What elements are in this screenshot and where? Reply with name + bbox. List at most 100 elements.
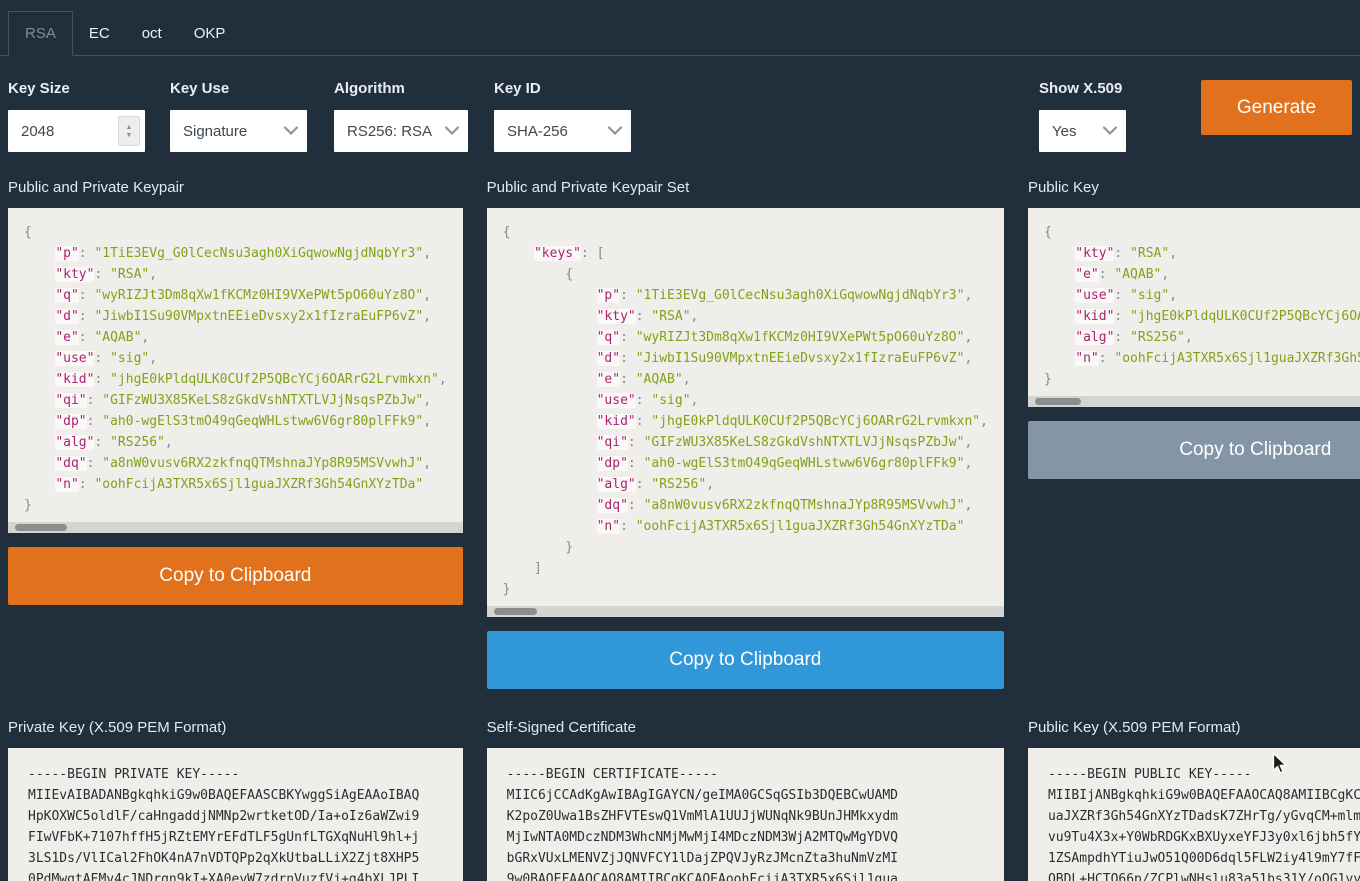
copy-public-key-button[interactable]: Copy to Clipboard	[1028, 421, 1360, 479]
algorithm-select[interactable]: RS256: RSA	[334, 110, 468, 152]
pem-line: MIIBIjANBgkqhkiG9w0BAQEFAAOCAQ8AMIIBCgKC…	[1048, 785, 1360, 806]
stepper-down-icon[interactable]: ▼	[126, 132, 133, 139]
code-line: ]	[503, 558, 988, 579]
key-id-label: Key ID	[494, 80, 631, 97]
code-line: "e": "AQAB",	[503, 369, 988, 390]
code-line: "q": "wyRIZJt3Dm8qXw1fKCMz0HI9VXePWt5pO6…	[503, 327, 988, 348]
code-line: "use": "sig",	[24, 348, 447, 369]
pem-line: FIwVFbK+7107hffH5jRZtEMYrEFdTLF5gUnfLTGX…	[28, 827, 443, 848]
keypair-title: Public and Private Keypair	[8, 179, 463, 196]
public-key-column: Public Key { "kty": "RSA", "e": "AQAB", …	[1028, 165, 1360, 689]
keypair-set-title: Public and Private Keypair Set	[487, 179, 1004, 196]
code-line: "dq": "a8nW0vusv6RX2zkfnqQTMshnaJYp8R95M…	[503, 495, 988, 516]
pem-line: 0PdMwgtAEMv4cJNDrqn9kI+XA0eyW7zdrnVuzfVj…	[28, 869, 443, 881]
certificate-column: Self-Signed Certificate -----BEGIN CERTI…	[487, 689, 1004, 881]
copy-keypair-button[interactable]: Copy to Clipboard	[8, 547, 463, 605]
pem-line: bGRxVUxLMENVZjJQNVFCY1lDajZPQVJyRzJMcnZt…	[507, 848, 984, 869]
pem-line: MIIEvAIBADANBgkqhkiG9w0BAQEFAASCBKYwggSi…	[28, 785, 443, 806]
tab-ec[interactable]: EC	[73, 12, 126, 55]
code-line: "p": "1TiE3EVg_G0lCecNsu3agh0XiGqwowNgjd…	[503, 285, 988, 306]
code-line: }	[503, 537, 988, 558]
code-line: {	[503, 222, 988, 243]
code-line: "qi": "GIFzWU3X85KeLS8zGkdVshNTXTLVJjNsq…	[503, 432, 988, 453]
code-line: "dq": "a8nW0vusv6RX2zkfnqQTMshnaJYp8R95M…	[24, 453, 447, 474]
key-id-select[interactable]: SHA-256	[494, 110, 631, 152]
chevron-down-icon	[445, 127, 459, 136]
key-type-tabbar: RSA EC oct OKP	[0, 0, 1360, 56]
tab-okp[interactable]: OKP	[178, 12, 242, 55]
public-pem-text: -----BEGIN PUBLIC KEY-----MIIBIjANBgkqhk…	[1028, 748, 1360, 881]
code-line: }	[24, 495, 447, 516]
code-line: "alg": "RS256",	[503, 474, 988, 495]
code-line: {	[1044, 222, 1360, 243]
keypair-column: Public and Private Keypair { "p": "1TiE3…	[8, 165, 463, 689]
public-pem-column: Public Key (X.509 PEM Format) -----BEGIN…	[1028, 689, 1360, 881]
pem-line: 3LS1Ds/VlICal2FhOK4nA7nVDTQPp2qXkUtbaLLi…	[28, 848, 443, 869]
code-line: "d": "JiwbI1Su90VMpxtnEEieDvsxy2x1fIzraE…	[24, 306, 447, 327]
keypair-set-json: { "keys": [ { "p": "1TiE3EVg_G0lCecNsu3a…	[487, 208, 1004, 606]
horizontal-scrollbar[interactable]	[1028, 396, 1360, 407]
algorithm-label: Algorithm	[334, 80, 468, 97]
scrollbar-thumb[interactable]	[494, 608, 537, 615]
copy-keypair-set-button[interactable]: Copy to Clipboard	[487, 631, 1004, 689]
private-pem-column: Private Key (X.509 PEM Format) -----BEGI…	[8, 689, 463, 881]
tab-rsa[interactable]: RSA	[8, 11, 73, 56]
code-line: "dp": "ah0-wgElS3tmO49qGeqWHLstww6V6gr80…	[24, 411, 447, 432]
key-use-label: Key Use	[170, 80, 307, 97]
code-line: "n": "oohFcijA3TXR5x6Sjl1guaJXZRf3Gh54Gn…	[1044, 348, 1360, 369]
key-use-select[interactable]: Signature	[170, 110, 307, 152]
certificate-title: Self-Signed Certificate	[487, 719, 1004, 736]
tab-oct[interactable]: oct	[126, 12, 178, 55]
generate-button[interactable]: Generate	[1201, 80, 1352, 135]
code-line: "n": "oohFcijA3TXR5x6Sjl1guaJXZRf3Gh54Gn…	[24, 474, 447, 495]
pem-line: K2poZ0Uwa1BsZHFVTEswQ1VmMlA1UUJjWUNqNk9B…	[507, 806, 984, 827]
code-line: "keys": [	[503, 243, 988, 264]
code-line: "q": "wyRIZJt3Dm8qXw1fKCMz0HI9VXePWt5pO6…	[24, 285, 447, 306]
code-line: "kid": "jhgE0kPldqULK0CUf2P5QBcYCj6OARrG…	[503, 411, 988, 432]
code-line: "e": "AQAB",	[24, 327, 447, 348]
results-grid: Public and Private Keypair { "p": "1TiE3…	[0, 165, 1360, 881]
show-x509-value: Yes	[1052, 123, 1076, 140]
show-x509-select[interactable]: Yes	[1039, 110, 1126, 152]
chevron-down-icon	[608, 127, 622, 136]
private-pem-title: Private Key (X.509 PEM Format)	[8, 719, 463, 736]
pem-line: -----BEGIN PUBLIC KEY-----	[1048, 764, 1360, 785]
horizontal-scrollbar[interactable]	[8, 522, 463, 533]
pem-line: vu9Tu4X3x+Y0WbRDGKxBXUyxeYFJ3y0xl6jbh5fY…	[1048, 827, 1360, 848]
private-pem-text: -----BEGIN PRIVATE KEY-----MIIEvAIBADANB…	[8, 748, 463, 881]
scrollbar-thumb[interactable]	[1035, 398, 1081, 405]
chevron-down-icon	[284, 127, 298, 136]
scrollbar-thumb[interactable]	[15, 524, 67, 531]
algorithm-value: RS256: RSA	[347, 123, 432, 140]
code-line: "dp": "ah0-wgElS3tmO49qGeqWHLstww6V6gr80…	[503, 453, 988, 474]
code-line: "n": "oohFcijA3TXR5x6Sjl1guaJXZRf3Gh54Gn…	[503, 516, 988, 537]
pem-line: HpKOXWC5oldlF/caHngaddjNMNp2wrtketOD/Ia+…	[28, 806, 443, 827]
pem-line: QBDL+HCTQ66p/ZCPlwNHslu83a51bs31Y/oOG1yy…	[1048, 869, 1360, 881]
keypair-json: { "p": "1TiE3EVg_G0lCecNsu3agh0XiGqwowNg…	[8, 208, 463, 522]
show-x509-label: Show X.509	[1039, 80, 1126, 97]
quantity-stepper[interactable]: ▲▼	[118, 116, 140, 146]
code-line: "kid": "jhgE0kPldqULK0CUf2P5QBcYCj6OARrG…	[24, 369, 447, 390]
code-line: "kty": "RSA",	[503, 306, 988, 327]
code-line: "alg": "RS256",	[1044, 327, 1360, 348]
stepper-up-icon[interactable]: ▲	[126, 124, 133, 131]
code-line: {	[503, 264, 988, 285]
code-line: "qi": "GIFzWU3X85KeLS8zGkdVshNTXTLVJjNsq…	[24, 390, 447, 411]
code-line: "kid": "jhgE0kPldqULK0CUf2P5QBcYCj6OARrG…	[1044, 306, 1360, 327]
code-line: "kty": "RSA",	[24, 264, 447, 285]
code-line: "e": "AQAB",	[1044, 264, 1360, 285]
generator-form: Key Size ▲▼ Key Use Signature Algorithm …	[0, 56, 1360, 165]
key-id-value: SHA-256	[507, 123, 568, 140]
pem-line: uaJXZRf3Gh54GnXYzTDadsK7ZHrTg/yGvqCM+mlm…	[1048, 806, 1360, 827]
horizontal-scrollbar[interactable]	[487, 606, 1004, 617]
pem-line: 1ZSAmpdhYTiuJwO51Q00D6dql5FLW2iy4l9mY7fF…	[1048, 848, 1360, 869]
chevron-down-icon	[1103, 127, 1117, 136]
code-line: {	[24, 222, 447, 243]
code-line: "use": "sig",	[1044, 285, 1360, 306]
code-line: "kty": "RSA",	[1044, 243, 1360, 264]
public-key-json: { "kty": "RSA", "e": "AQAB", "use": "sig…	[1028, 208, 1360, 396]
key-size-field: ▲▼	[8, 110, 145, 152]
code-line: }	[503, 579, 988, 600]
keypair-set-column: Public and Private Keypair Set { "keys":…	[487, 165, 1004, 689]
public-pem-title: Public Key (X.509 PEM Format)	[1028, 719, 1360, 736]
